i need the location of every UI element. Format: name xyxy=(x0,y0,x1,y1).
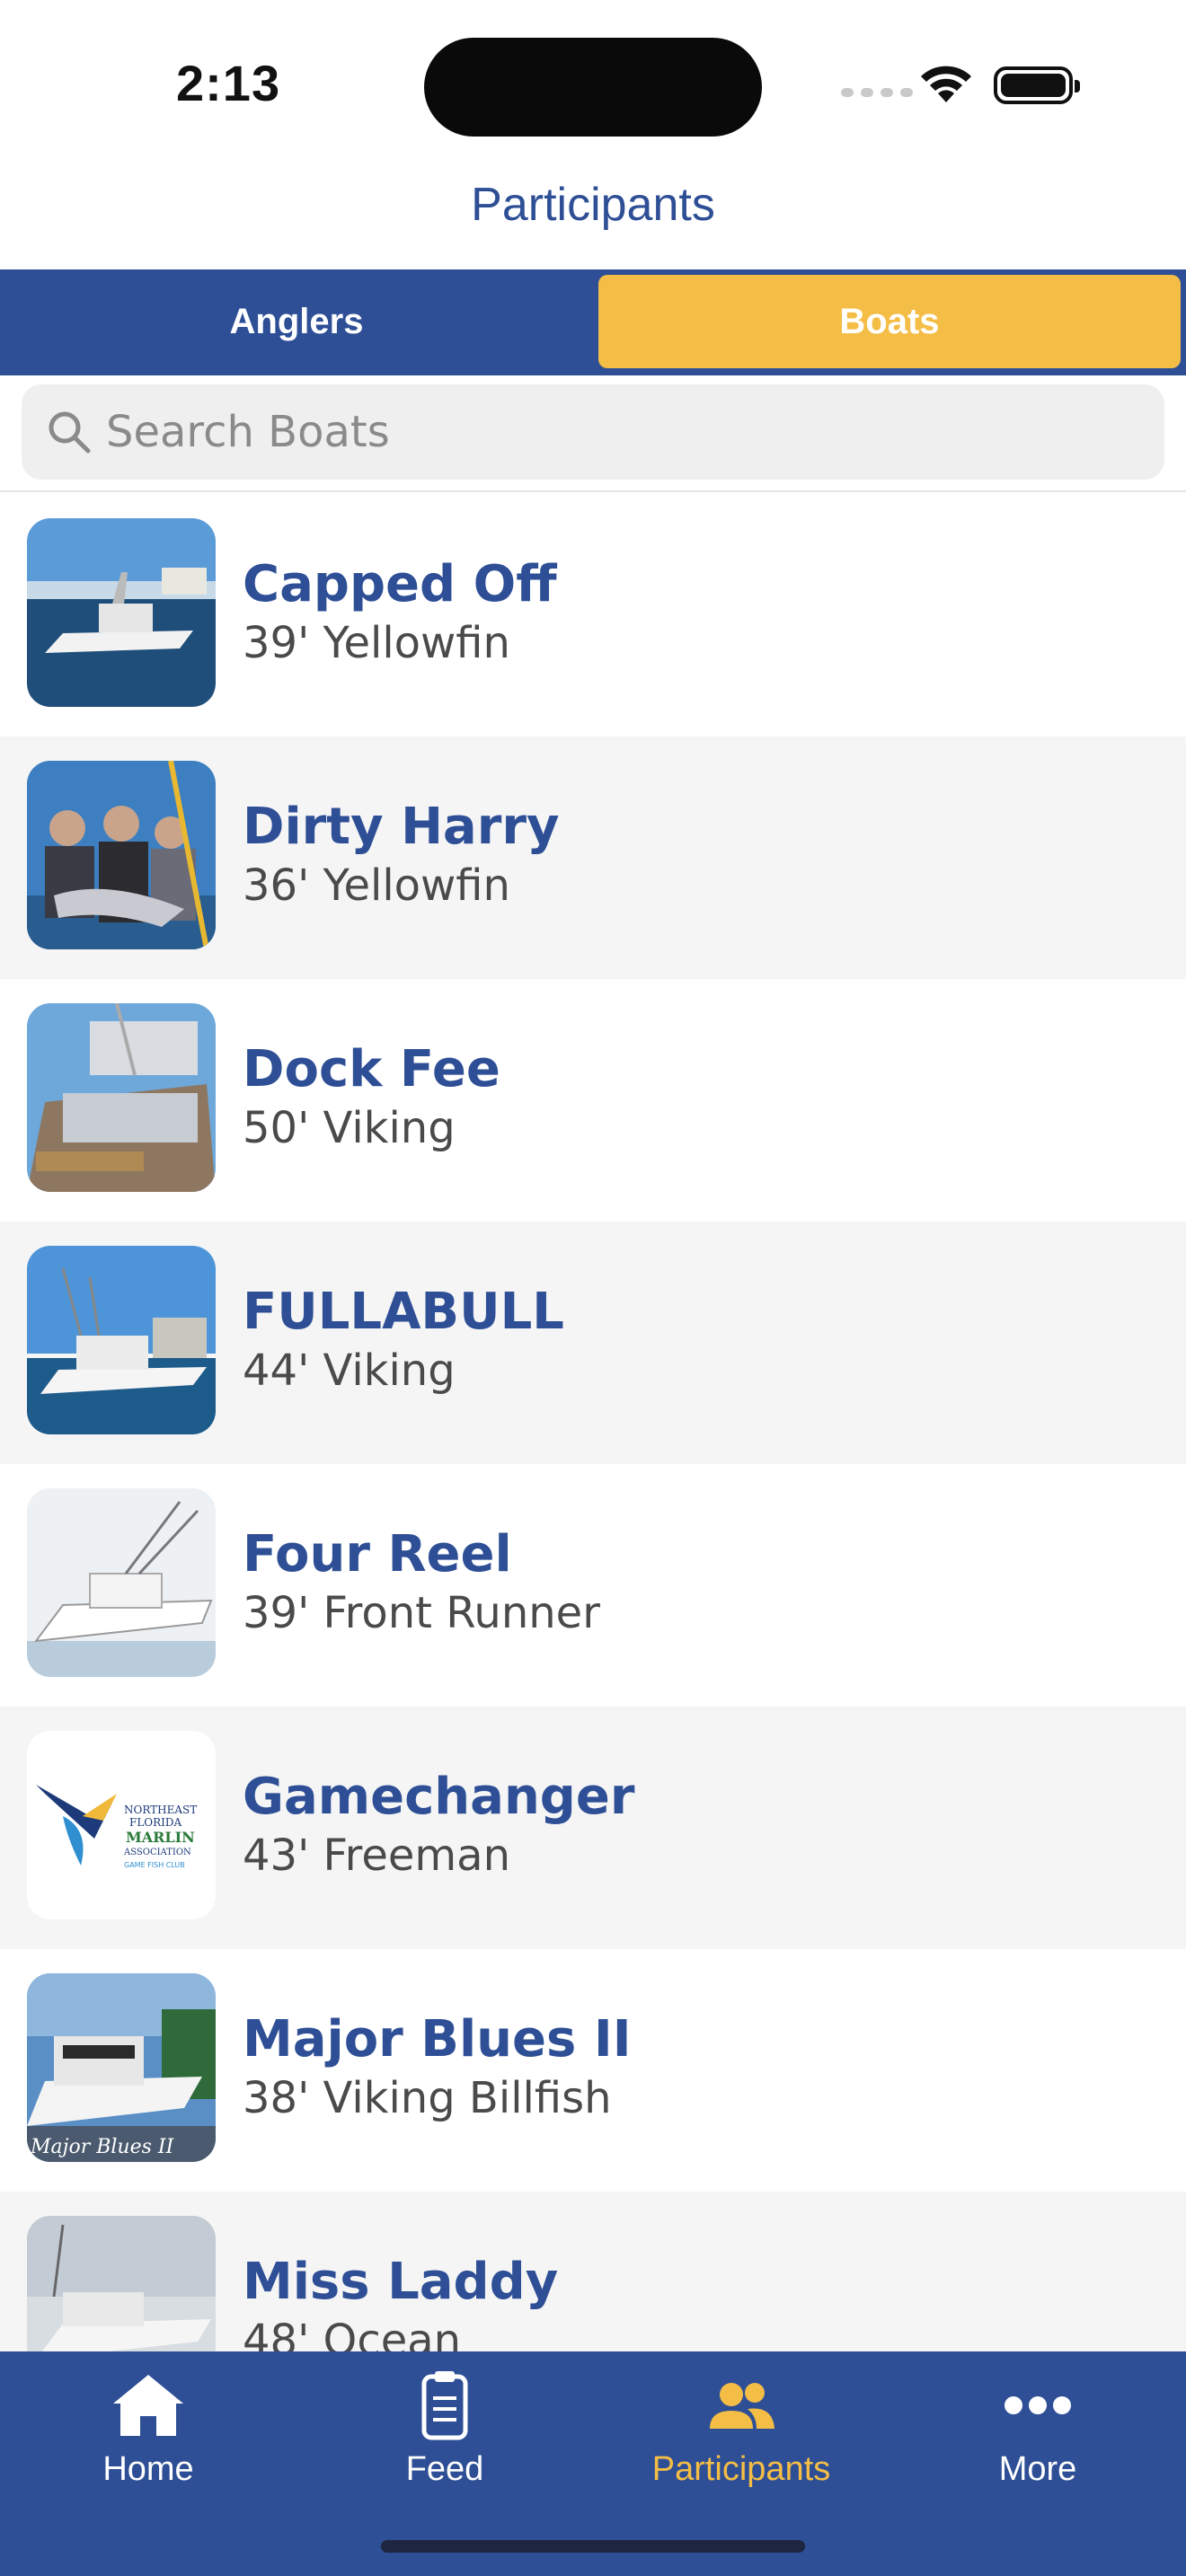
list-item[interactable]: NORTHEAST FLORIDA MARLIN ASSOCIATION GAM… xyxy=(0,1707,1186,1949)
ellipsis-icon xyxy=(1005,2396,1071,2414)
logo-line-1: NORTHEAST xyxy=(124,1804,197,1816)
boat-name: FULLABULL xyxy=(243,1283,564,1341)
tab-label: Participants xyxy=(651,2450,831,2488)
boat-thumbnail xyxy=(27,1003,216,1192)
home-indicator xyxy=(381,2540,805,2553)
boat-thumbnail xyxy=(27,1488,216,1677)
search-input[interactable] xyxy=(106,384,1139,480)
search-icon xyxy=(49,411,91,454)
page-title: Participants xyxy=(471,179,715,231)
list-item[interactable]: Four Reel 39' Front Runner xyxy=(0,1464,1186,1707)
boat-description: 39' Yellowfin xyxy=(243,618,510,668)
boat-description: 36' Yellowfin xyxy=(243,860,510,911)
boat-description: 50' Viking xyxy=(243,1103,456,1153)
status-bar: 2:13 xyxy=(0,0,1186,162)
segmented-control: Anglers Boats xyxy=(0,269,1186,375)
clipboard-icon xyxy=(421,2371,468,2440)
boat-list[interactable]: Capped Off 39' Yellowfin Dirty Harry 36'… xyxy=(0,494,1186,2351)
marlin-logo: NORTHEAST FLORIDA MARLIN ASSOCIATION GAM… xyxy=(36,1785,197,1869)
battery-icon xyxy=(994,66,1080,104)
boat-description: 43' Freeman xyxy=(243,1831,510,1881)
search-bar xyxy=(0,375,1186,492)
tab-more[interactable]: More xyxy=(890,2369,1186,2504)
list-item[interactable]: FULLABULL 44' Viking xyxy=(0,1222,1186,1464)
logo-line-2: FLORIDA xyxy=(129,1816,182,1829)
boat-name: Capped Off xyxy=(243,555,557,613)
cellular-signal-icon xyxy=(841,88,913,97)
tab-label: More xyxy=(998,2450,1077,2488)
tab-anglers[interactable]: Anglers xyxy=(0,275,593,368)
list-item[interactable]: Capped Off 39' Yellowfin xyxy=(0,494,1186,737)
logo-line-5: GAME FISH CLUB xyxy=(124,1861,185,1869)
boat-name: Four Reel xyxy=(243,1525,512,1584)
boat-thumbnail: NORTHEAST FLORIDA MARLIN ASSOCIATION GAM… xyxy=(27,1731,216,1919)
tab-boats[interactable]: Boats xyxy=(598,275,1181,368)
house-icon xyxy=(113,2375,183,2436)
tab-label: Feed xyxy=(405,2450,484,2488)
wifi-icon xyxy=(921,66,971,102)
boat-thumbnail xyxy=(27,2216,216,2351)
dynamic-island xyxy=(424,38,762,137)
tab-participants[interactable]: Participants xyxy=(593,2369,890,2504)
logo-line-4: ASSOCIATION xyxy=(123,1848,191,1857)
boat-thumbnail xyxy=(27,518,216,707)
tab-feed[interactable]: Feed xyxy=(296,2369,593,2504)
boat-description: 44' Viking xyxy=(243,1345,456,1396)
boat-description: 38' Viking Billfish xyxy=(243,2073,612,2123)
list-item[interactable]: Dirty Harry 36' Yellowfin xyxy=(0,737,1186,979)
tab-label: Home xyxy=(102,2450,194,2488)
boat-name: Dirty Harry xyxy=(243,798,560,856)
boat-description: 48' Ocean xyxy=(243,2316,462,2351)
boat-name: Major Blues II xyxy=(243,2010,632,2069)
boat-description: 39' Front Runner xyxy=(243,1588,600,1638)
boat-thumbnail xyxy=(27,1246,216,1434)
boat-name: Miss Laddy xyxy=(243,2253,559,2311)
boat-thumbnail xyxy=(27,761,216,949)
list-item[interactable]: Miss Laddy 48' Ocean xyxy=(0,2192,1186,2351)
photo-caption: Major Blues II xyxy=(30,2136,175,2158)
boat-thumbnail: Major Blues II xyxy=(27,1973,216,2162)
boat-name: Gamechanger xyxy=(243,1768,635,1826)
tab-bar: Home Feed Participants More xyxy=(0,2351,1186,2576)
boat-name: Dock Fee xyxy=(243,1040,500,1098)
list-item[interactable]: Dock Fee 50' Viking xyxy=(0,979,1186,1222)
status-time: 2:13 xyxy=(176,55,281,111)
tab-home[interactable]: Home xyxy=(0,2369,296,2504)
list-item[interactable]: Major Blues II Major Blues II 38' Viking… xyxy=(0,1949,1186,2192)
people-icon xyxy=(710,2383,774,2429)
logo-line-3: MARLIN xyxy=(126,1829,195,1846)
search-field[interactable] xyxy=(22,384,1164,480)
